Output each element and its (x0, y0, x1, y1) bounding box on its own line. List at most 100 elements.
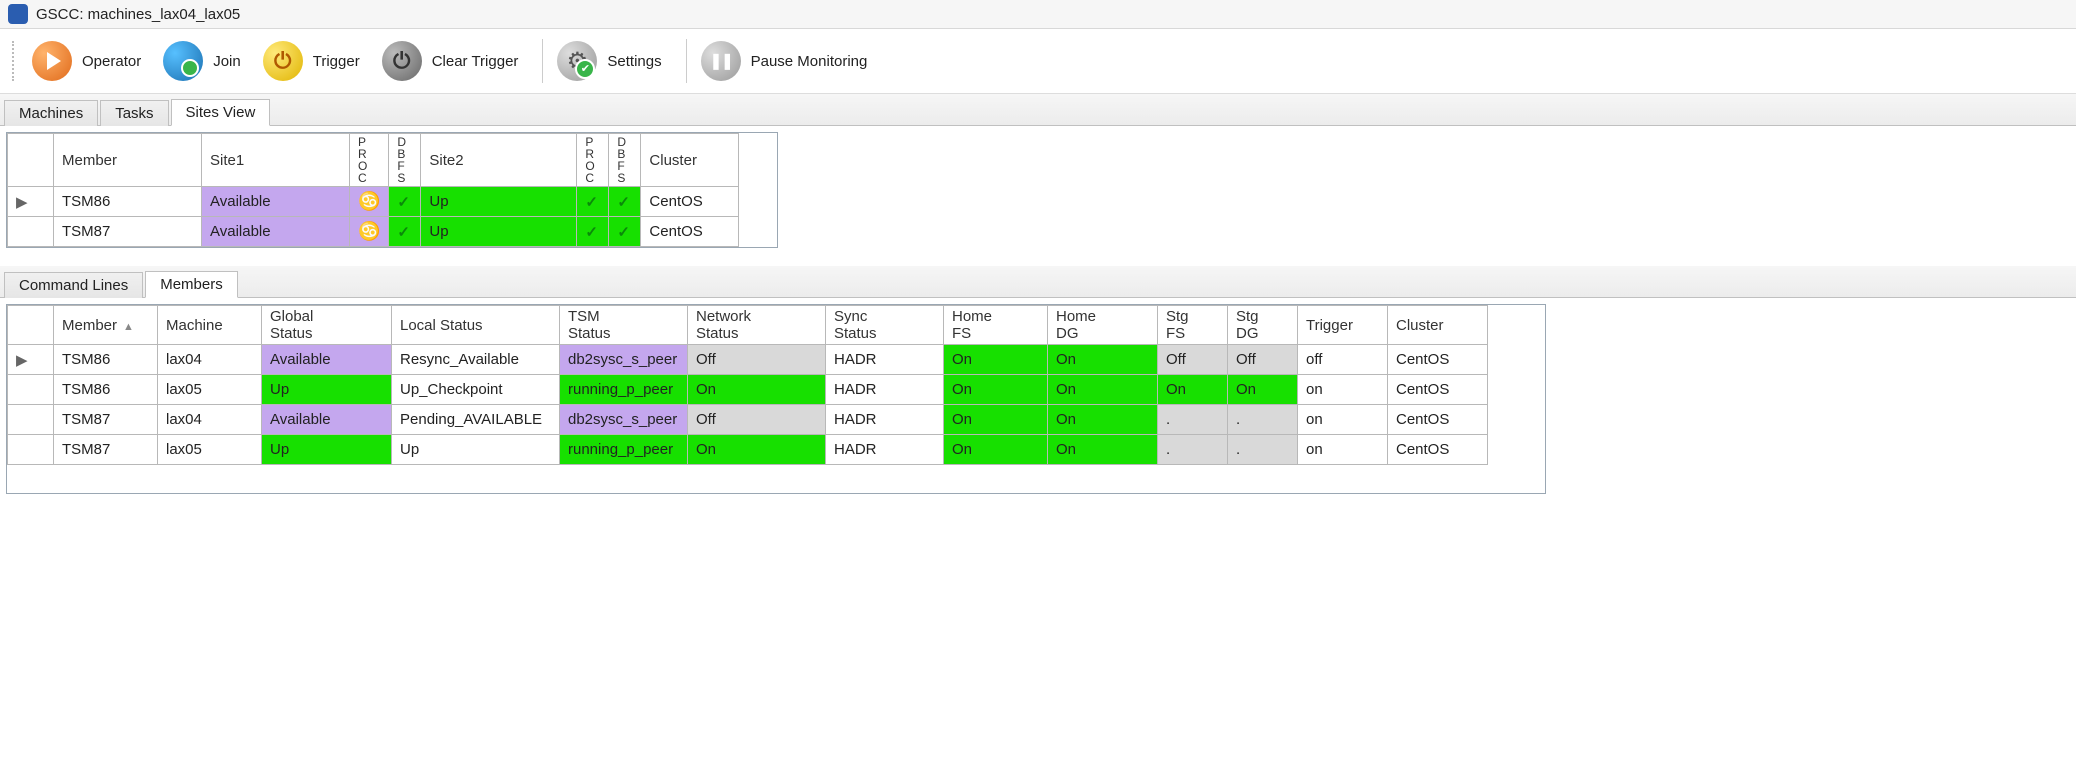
cell-dbfs1: ✓ (389, 217, 421, 247)
cell-home-fs: On (944, 405, 1048, 435)
col-member[interactable]: Member (54, 134, 202, 187)
col-site2[interactable]: Site2 (421, 134, 577, 187)
sort-asc-icon: ▲ (123, 321, 134, 333)
cell-proc1: ♋ (350, 187, 389, 217)
col-rowheader[interactable] (8, 306, 54, 345)
members-grid[interactable]: Member▲ Machine GlobalStatus Local Statu… (7, 305, 1488, 465)
clear-trigger-button[interactable]: Clear Trigger (378, 37, 533, 85)
cell-network-status: Off (688, 345, 826, 375)
col-cluster[interactable]: Cluster (1388, 306, 1488, 345)
col-rowheader[interactable] (8, 134, 54, 187)
col-tsm-status[interactable]: TSMStatus (560, 306, 688, 345)
cell-site2: Up (421, 187, 577, 217)
trigger-button[interactable]: Trigger (259, 37, 374, 85)
cell-proc1: ♋ (350, 217, 389, 247)
col-proc1[interactable]: PROC (350, 134, 389, 187)
cell-member: TSM87 (54, 405, 158, 435)
cell-proc2: ✓ (577, 187, 609, 217)
sites-grid[interactable]: Member Site1 PROC DBFS Site2 PROC DBFS C… (7, 133, 739, 247)
cell-stg-dg: . (1228, 405, 1298, 435)
tab-tasks[interactable]: Tasks (100, 100, 168, 126)
table-row[interactable]: ▶TSM86Available♋✓Up✓✓CentOS (8, 187, 739, 217)
cell-home-fs: On (944, 435, 1048, 465)
cell-tsm-status: db2sysc_s_peer (560, 345, 688, 375)
cell-trigger: on (1298, 375, 1388, 405)
col-stg-dg[interactable]: StgDG (1228, 306, 1298, 345)
table-row[interactable]: TSM87lax05UpUprunning_p_peerOnHADROnOn..… (8, 435, 1488, 465)
cell-site2: Up (421, 217, 577, 247)
table-row[interactable]: TSM86lax05UpUp_Checkpointrunning_p_peerO… (8, 375, 1488, 405)
members-header-row: Member▲ Machine GlobalStatus Local Statu… (8, 306, 1488, 345)
cell-global-status: Available (262, 405, 392, 435)
cell-network-status: On (688, 375, 826, 405)
cell-stg-fs: On (1158, 375, 1228, 405)
cell-trigger: on (1298, 435, 1388, 465)
col-dbfs2[interactable]: DBFS (609, 134, 641, 187)
cell-stg-dg: Off (1228, 345, 1298, 375)
titlebar: GSCC: machines_lax04_lax05 (0, 0, 2076, 29)
cell-machine: lax05 (158, 375, 262, 405)
tab-sites-view[interactable]: Sites View (171, 99, 271, 126)
col-cluster[interactable]: Cluster (641, 134, 739, 187)
cell-dbfs2: ✓ (609, 217, 641, 247)
toolbar-separator (686, 39, 687, 83)
col-local-status[interactable]: Local Status (392, 306, 560, 345)
cell-member: TSM86 (54, 375, 158, 405)
row-marker (8, 405, 54, 435)
cell-stg-dg: On (1228, 375, 1298, 405)
col-network-status[interactable]: NetworkStatus (688, 306, 826, 345)
table-row[interactable]: TSM87lax04AvailablePending_AVAILABLEdb2s… (8, 405, 1488, 435)
cell-proc2: ✓ (577, 217, 609, 247)
table-row[interactable]: TSM87Available♋✓Up✓✓CentOS (8, 217, 739, 247)
col-machine[interactable]: Machine (158, 306, 262, 345)
table-row[interactable]: ▶TSM86lax04AvailableResync_Availabledb2s… (8, 345, 1488, 375)
cell-machine: lax04 (158, 405, 262, 435)
cell-dbfs1: ✓ (389, 187, 421, 217)
cell-network-status: On (688, 435, 826, 465)
row-marker (8, 217, 54, 247)
settings-label: Settings (607, 53, 661, 70)
sites-panel: Member Site1 PROC DBFS Site2 PROC DBFS C… (6, 132, 778, 248)
cell-global-status: Available (262, 345, 392, 375)
settings-button[interactable]: Settings (553, 37, 675, 85)
cell-sync-status: HADR (826, 375, 944, 405)
cell-local-status: Resync_Available (392, 345, 560, 375)
col-dbfs1[interactable]: DBFS (389, 134, 421, 187)
col-stg-fs[interactable]: StgFS (1158, 306, 1228, 345)
cell-home-fs: On (944, 345, 1048, 375)
join-button[interactable]: Join (159, 37, 255, 85)
cell-stg-fs: . (1158, 405, 1228, 435)
cell-stg-dg: . (1228, 435, 1298, 465)
cell-home-dg: On (1048, 435, 1158, 465)
cell-cluster: CentOS (1388, 375, 1488, 405)
col-proc2[interactable]: PROC (577, 134, 609, 187)
operator-button[interactable]: Operator (28, 37, 155, 85)
tab-machines[interactable]: Machines (4, 100, 98, 126)
col-site1[interactable]: Site1 (202, 134, 350, 187)
cell-site1: Available (202, 217, 350, 247)
app-icon (8, 4, 28, 24)
cell-tsm-status: running_p_peer (560, 435, 688, 465)
col-home-fs[interactable]: HomeFS (944, 306, 1048, 345)
cell-global-status: Up (262, 375, 392, 405)
cell-member: TSM86 (54, 187, 202, 217)
cell-site1: Available (202, 187, 350, 217)
toolbar-separator (542, 39, 543, 83)
cell-member: TSM87 (54, 435, 158, 465)
row-marker (8, 435, 54, 465)
col-global-status[interactable]: GlobalStatus (262, 306, 392, 345)
pause-icon (701, 41, 741, 81)
tab-command-lines[interactable]: Command Lines (4, 272, 143, 298)
cell-cluster: CentOS (1388, 405, 1488, 435)
cell-tsm-status: db2sysc_s_peer (560, 405, 688, 435)
pause-monitoring-label: Pause Monitoring (751, 53, 868, 70)
pause-monitoring-button[interactable]: Pause Monitoring (697, 37, 882, 85)
col-home-dg[interactable]: HomeDG (1048, 306, 1158, 345)
col-trigger[interactable]: Trigger (1298, 306, 1388, 345)
cell-sync-status: HADR (826, 345, 944, 375)
col-member[interactable]: Member▲ (54, 306, 158, 345)
tab-members[interactable]: Members (145, 271, 238, 298)
cell-cluster: CentOS (641, 187, 739, 217)
col-sync-status[interactable]: SyncStatus (826, 306, 944, 345)
cell-cluster: CentOS (641, 217, 739, 247)
